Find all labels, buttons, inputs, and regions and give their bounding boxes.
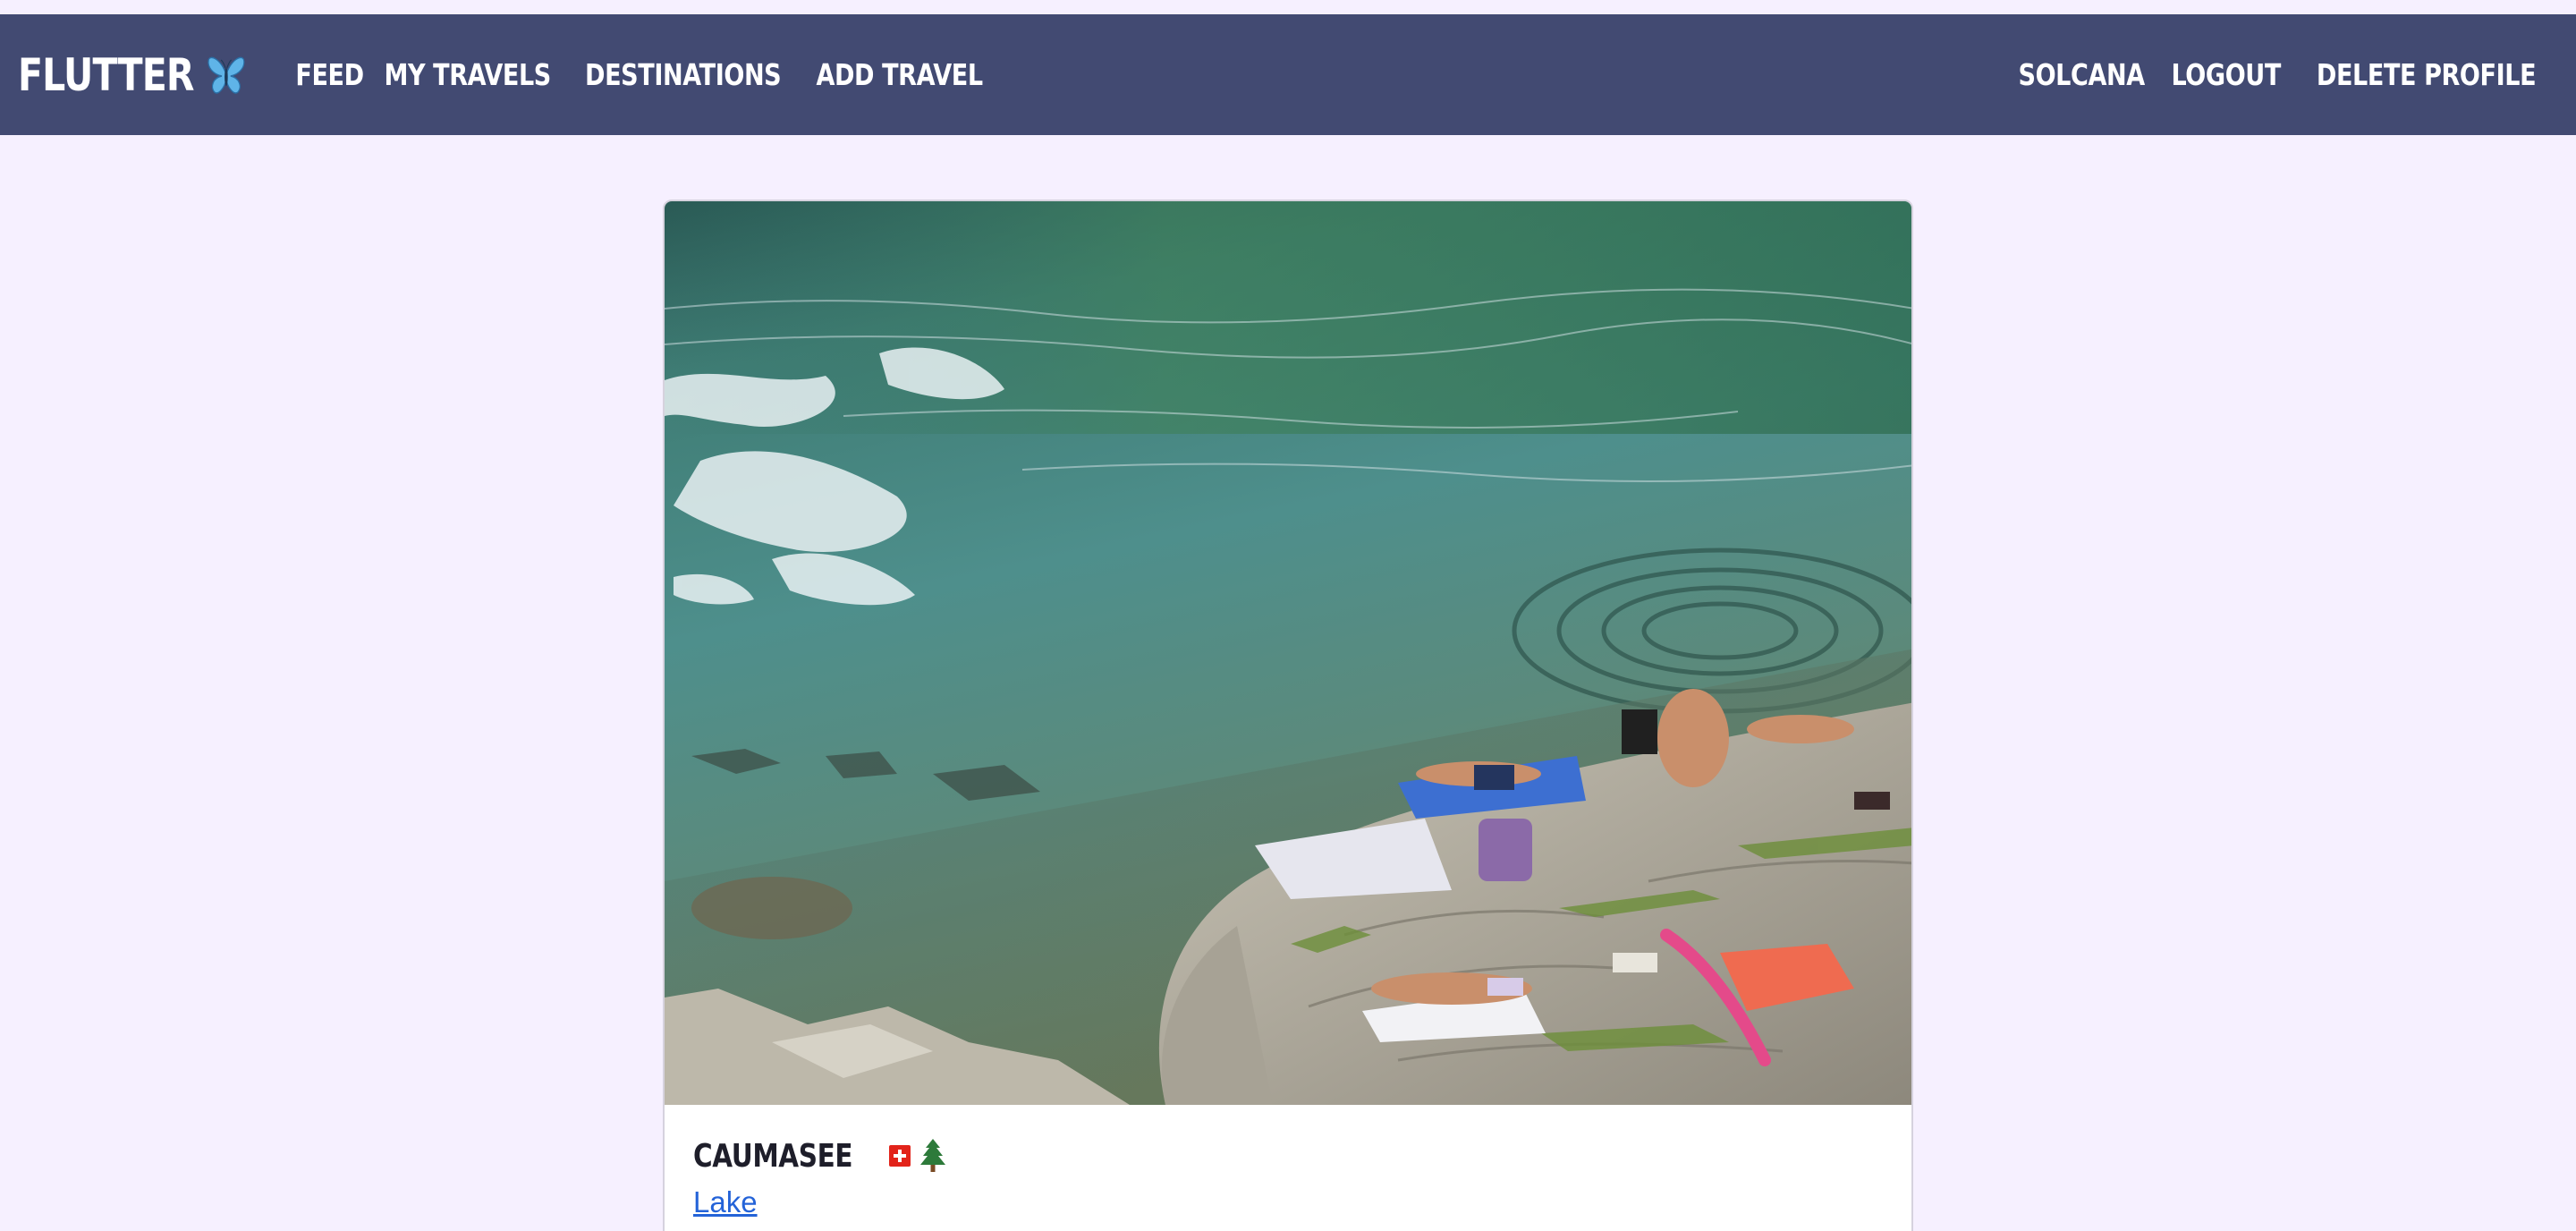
nav-my-travels-link[interactable]: MY TRAVELS xyxy=(384,57,551,92)
travel-card: CAUMASEE Lake xyxy=(663,200,1913,1231)
destination-title: CAUMASEE xyxy=(693,1137,853,1175)
nav-feed-link[interactable]: FEED xyxy=(295,57,364,92)
nav-profile-link[interactable]: SOLCANA xyxy=(2019,57,2146,92)
butterfly-icon xyxy=(206,53,247,98)
travel-photo xyxy=(665,201,1911,1105)
nav-add-travel-link[interactable]: ADD TRAVEL xyxy=(816,57,983,92)
category-link[interactable]: Lake xyxy=(693,1185,758,1219)
brand-name: FLUTTER xyxy=(18,48,195,101)
primary-nav: FEED MY TRAVELS DESTINATIONS ADD TRAVEL xyxy=(288,57,996,92)
navbar: FLUTTER FEED MY TRAVELS DESTINATIONS ADD… xyxy=(0,14,2576,135)
nav-delete-profile-link[interactable]: DELETE PROFILE xyxy=(2317,57,2537,92)
card-body: CAUMASEE Lake xyxy=(665,1135,1911,1219)
evergreen-tree-icon xyxy=(919,1139,946,1173)
nav-destinations-link[interactable]: DESTINATIONS xyxy=(585,57,782,92)
title-row: CAUMASEE xyxy=(693,1135,1883,1176)
user-nav: SOLCANA LOGOUT DELETE PROFILE xyxy=(2004,57,2560,92)
top-strip xyxy=(0,0,2576,14)
brand-link[interactable]: FLUTTER xyxy=(18,49,247,101)
swiss-flag-icon xyxy=(889,1145,911,1167)
nav-logout-link[interactable]: LOGOUT xyxy=(2171,57,2281,92)
